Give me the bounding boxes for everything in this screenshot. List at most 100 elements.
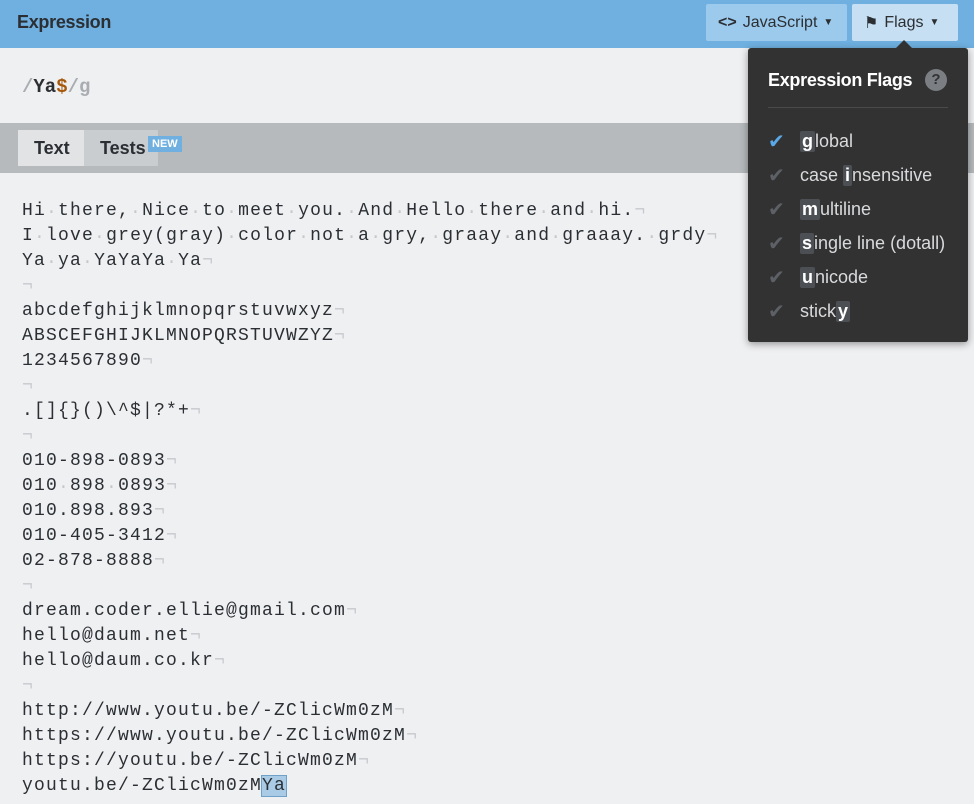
- space-marker: [286, 201, 298, 221]
- flag-option[interactable]: ✔ case i nsensitive: [768, 160, 932, 190]
- flag-label-pre: case: [800, 164, 844, 185]
- space-marker: [550, 226, 562, 246]
- text-line: 010-898-0893: [22, 449, 718, 474]
- line-text: youtu.be/-ZClicWm0zM: [22, 776, 263, 796]
- tab-text[interactable]: Text: [18, 130, 84, 166]
- check-icon: ✔: [768, 232, 785, 255]
- flag-label-pre: stick: [800, 300, 836, 321]
- text-line: https://youtu.be/-ZClicWm0zM: [22, 749, 718, 774]
- text-line: ABSCEFGHIJKLMNOPQRSTUVWZYZ: [22, 324, 718, 349]
- flag-option[interactable]: ✔ u nicode: [768, 262, 868, 292]
- popup-title: Expression Flags: [768, 70, 913, 90]
- text-line: [22, 374, 718, 399]
- text-line: [22, 674, 718, 699]
- space-marker: [190, 201, 202, 221]
- flag-label-post: nsensitive: [852, 164, 933, 185]
- check-icon: ✔: [768, 300, 785, 323]
- flag-option[interactable]: ✔ g lobal: [768, 126, 853, 156]
- expression-open-delimiter: /: [22, 76, 34, 98]
- space-marker: [106, 476, 118, 496]
- text-line: 1234567890: [22, 349, 718, 374]
- flags-button[interactable]: ⚑ Flags ▼: [852, 4, 958, 41]
- language-button[interactable]: <> JavaScript ▼: [706, 4, 847, 41]
- flag-key: i: [843, 164, 853, 186]
- space-marker: [466, 201, 478, 221]
- flag-label-post: ingle line (dotall): [814, 232, 946, 253]
- space-marker: [130, 201, 142, 221]
- space-marker: [226, 226, 238, 246]
- expression-close-delimiter: /: [67, 76, 80, 98]
- text-line: 02-878-8888: [22, 549, 718, 574]
- space-marker: [502, 226, 514, 246]
- text-line: [22, 274, 718, 299]
- expression-anchor: $: [56, 76, 68, 98]
- space-marker: [298, 226, 310, 246]
- text-line: dream.coder.ellie@gmail.com: [22, 599, 718, 624]
- flags-label: Flags: [884, 13, 924, 31]
- space-marker: [646, 226, 658, 246]
- check-icon: ✔: [768, 164, 785, 187]
- text-line: hello@daum.net: [22, 624, 718, 649]
- text-line: [22, 574, 718, 599]
- expression-flags: g: [79, 76, 91, 98]
- space-marker: [586, 201, 598, 221]
- flag-option[interactable]: ✔ m ultiline: [768, 194, 871, 224]
- flag-option[interactable]: ✔ stick y: [768, 296, 851, 326]
- code-icon: <>: [718, 13, 737, 31]
- new-badge: NEW: [148, 136, 182, 152]
- flags-popup: Expression Flags ? ✔ g lobal ✔ case i nsensit…: [748, 40, 968, 342]
- help-icon[interactable]: ?: [925, 69, 947, 91]
- text-line: youtu.be/-ZClicWm0zMYa: [22, 774, 718, 799]
- space-marker: [370, 226, 382, 246]
- caret-down-icon: ▼: [929, 17, 940, 28]
- flag-key: s: [800, 232, 815, 254]
- expression-literal: Ya: [33, 76, 57, 98]
- space-marker: [394, 201, 406, 221]
- text-line: https://www.youtu.be/-ZClicWm0zM: [22, 724, 718, 749]
- caret-down-icon: ▼: [823, 17, 834, 28]
- flag-key: u: [800, 266, 815, 288]
- flag-key: m: [800, 198, 821, 220]
- space-marker: [46, 251, 58, 271]
- flag-label-post: nicode: [815, 266, 869, 287]
- text-line: 010-405-3412: [22, 524, 718, 549]
- flag-label-post: ultiline: [820, 198, 872, 219]
- space-marker: [82, 251, 94, 271]
- text-line: 010 898 0893: [22, 474, 718, 499]
- check-icon: ✔: [768, 130, 785, 153]
- space-marker: [226, 201, 238, 221]
- match-highlight: Ya: [261, 775, 288, 797]
- space-marker: [46, 201, 58, 221]
- flag-option[interactable]: ✔ s ingle line (dotall): [768, 228, 945, 258]
- space-marker: [58, 476, 70, 496]
- space-marker: [346, 226, 358, 246]
- flag-key: y: [836, 300, 851, 322]
- text-editor[interactable]: Hi there, Nice to meet you. And Hello th…: [22, 199, 718, 799]
- flag-icon: ⚑: [864, 14, 879, 32]
- text-line: hello@daum.co.kr: [22, 649, 718, 674]
- text-line: Ya ya YaYaYa Ya: [22, 249, 718, 274]
- space-marker: [346, 201, 358, 221]
- text-line: http://www.youtu.be/-ZClicWm0zM: [22, 699, 718, 724]
- space-marker: [34, 226, 46, 246]
- space-marker: [538, 201, 550, 221]
- space-marker: [430, 226, 442, 246]
- text-line: abcdefghijklmnopqrstuvwxyz: [22, 299, 718, 324]
- space-marker: [166, 251, 178, 271]
- text-line: [22, 424, 718, 449]
- check-icon: ✔: [768, 266, 785, 289]
- text-line: Hi there, Nice to meet you. And Hello th…: [22, 199, 718, 224]
- text-line: I love grey(gray) color not a gry, graay…: [22, 224, 718, 249]
- expression-input[interactable]: /Ya$/g: [22, 76, 90, 98]
- text-line: 010.898.893: [22, 499, 718, 524]
- flag-label-post: lobal: [815, 130, 854, 151]
- check-icon: ✔: [768, 198, 785, 221]
- tab-tests[interactable]: Tests: [84, 130, 158, 166]
- expression-header: Expression <> JavaScript ▼ ⚑ Flags ▼: [0, 0, 974, 48]
- flag-key: g: [800, 130, 815, 152]
- panel-title: Expression: [17, 12, 112, 32]
- text-line: .[]{}()\^$|?*+: [22, 399, 718, 424]
- divider: [768, 107, 948, 108]
- space-marker: [94, 226, 106, 246]
- language-label: JavaScript: [742, 13, 818, 31]
